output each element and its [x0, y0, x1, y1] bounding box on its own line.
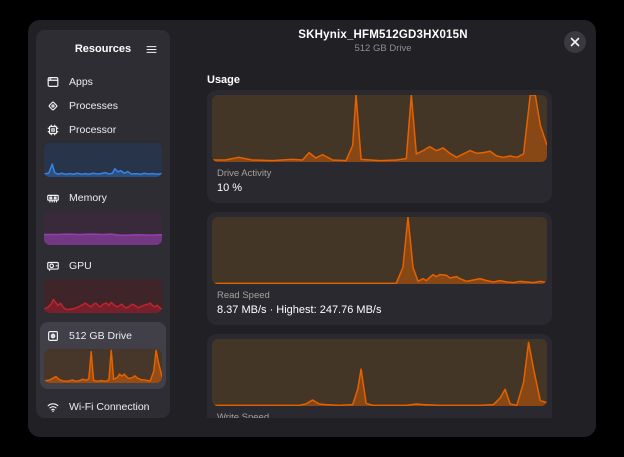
drive-subtitle: 512 GB Drive — [170, 43, 596, 54]
card-label: Read Speed — [217, 290, 542, 301]
sidebar-item-label: Processor — [69, 124, 116, 136]
sidebar-item-gpu[interactable]: GPU — [36, 254, 170, 278]
sidebar-item-label: GPU — [69, 260, 92, 272]
read-speed-card: Read Speed 8.37 MB/s · Highest: 247.76 M… — [207, 212, 552, 325]
write-speed-card: Write Speed 0 B/s · Highest: 88.13 MB/s — [207, 334, 552, 418]
memory-mini-chart — [44, 211, 162, 245]
sidebar-item-label: 512 GB Drive — [69, 330, 132, 342]
drive-activity-chart — [212, 95, 547, 162]
card-label: Write Speed — [217, 412, 542, 418]
sidebar-item-drive[interactable]: 512 GB Drive — [40, 324, 166, 348]
apps-icon — [46, 75, 60, 89]
processor-mini-chart — [44, 143, 162, 177]
sidebar-item-processor[interactable]: Processor — [36, 118, 170, 142]
close-button[interactable] — [564, 31, 586, 53]
card-meta: Drive Activity 10 % — [207, 162, 552, 203]
gpu-mini-chart — [44, 279, 162, 313]
sidebar-item-label: Apps — [69, 76, 93, 88]
drive-icon — [46, 329, 60, 343]
card-meta: Write Speed 0 B/s · Highest: 88.13 MB/s — [207, 406, 552, 418]
hamburger-menu-icon — [145, 43, 158, 56]
app-title: Resources — [75, 43, 131, 55]
sidebar-item-wifi[interactable]: Wi-Fi Connection — [36, 395, 170, 418]
sidebar-item-apps[interactable]: Apps — [36, 70, 170, 94]
read-speed-chart — [212, 217, 547, 284]
gpu-icon — [46, 259, 60, 273]
write-speed-chart — [212, 339, 547, 406]
processor-icon — [46, 123, 60, 137]
usage-section-title: Usage — [207, 74, 240, 86]
hamburger-menu-button[interactable] — [140, 38, 162, 60]
drive-activity-card: Drive Activity 10 % — [207, 90, 552, 203]
drive-mini-chart — [44, 349, 162, 383]
card-value: 8.37 MB/s · Highest: 247.76 MB/s — [217, 304, 542, 316]
sidebar-item-drive-selected[interactable]: 512 GB Drive — [40, 322, 166, 389]
sidebar-item-label: Wi-Fi Connection — [69, 401, 150, 413]
view-header: SKHynix_HFM512GD3HX015N 512 GB Drive — [170, 29, 596, 54]
sidebar-item-memory[interactable]: Memory — [36, 186, 170, 210]
memory-icon — [46, 191, 60, 205]
card-label: Drive Activity — [217, 168, 542, 179]
close-icon — [570, 37, 580, 47]
sidebar-item-label: Processes — [69, 100, 118, 112]
sidebar-header: Resources — [44, 36, 162, 62]
drive-model-title: SKHynix_HFM512GD3HX015N — [170, 29, 596, 41]
card-value: 10 % — [217, 182, 542, 194]
sidebar-item-processes[interactable]: Processes — [36, 94, 170, 118]
usage-cards: Drive Activity 10 % Read Speed 8.37 MB/s… — [207, 90, 552, 418]
resources-app-window: Resources Apps Processes Processor Memor… — [28, 20, 596, 437]
sidebar-item-label: Memory — [69, 192, 107, 204]
sidebar: Resources Apps Processes Processor Memor… — [36, 30, 170, 418]
processes-icon — [46, 99, 60, 113]
wifi-icon — [46, 400, 60, 414]
card-meta: Read Speed 8.37 MB/s · Highest: 247.76 M… — [207, 284, 552, 325]
main-content: SKHynix_HFM512GD3HX015N 512 GB Drive Usa… — [170, 20, 596, 418]
